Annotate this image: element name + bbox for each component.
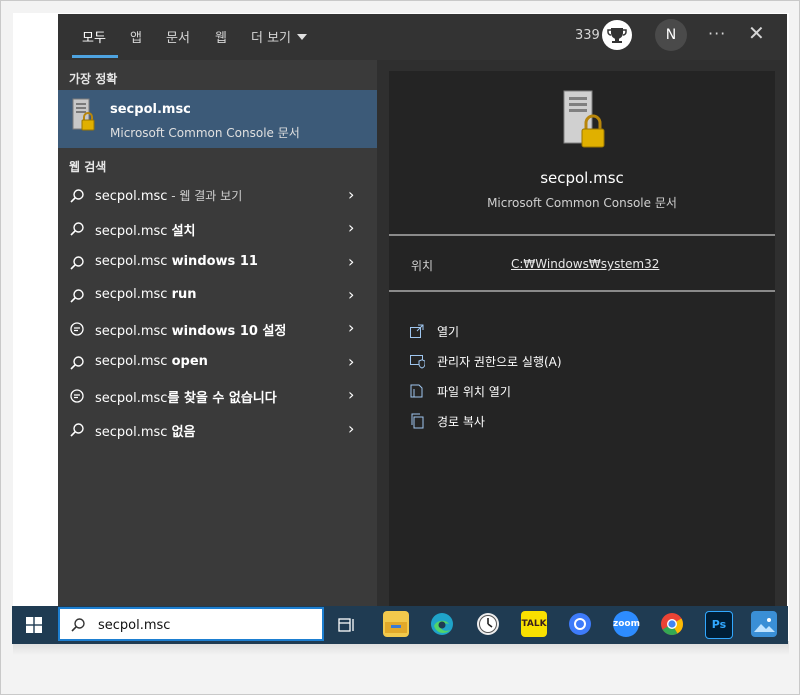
details-pane: secpol.msc Microsoft Common Console 문서 위… bbox=[389, 71, 775, 606]
web-result-text: secpol.msc windows 11 bbox=[95, 254, 258, 269]
chevron-down-icon bbox=[297, 34, 308, 40]
rewards-trophy-icon[interactable] bbox=[602, 20, 632, 50]
web-result-row[interactable]: secpol.msc 없음 › bbox=[58, 413, 377, 446]
location-path-link[interactable]: C:₩Windows₩system32 bbox=[511, 257, 659, 271]
chevron-right-icon: › bbox=[348, 218, 355, 237]
search-icon bbox=[71, 618, 85, 632]
security-policy-file-icon bbox=[563, 90, 605, 148]
tab-apps[interactable]: 앱 bbox=[130, 27, 142, 46]
file-explorer-icon[interactable] bbox=[383, 611, 409, 637]
divider bbox=[389, 234, 775, 236]
chrome-icon[interactable] bbox=[659, 611, 685, 637]
chat-app-icon[interactable] bbox=[567, 611, 593, 637]
chat-icon bbox=[70, 322, 84, 336]
divider bbox=[389, 290, 775, 292]
avatar[interactable]: N bbox=[655, 19, 687, 51]
clock-app-icon[interactable] bbox=[475, 611, 501, 637]
admin-shield-icon bbox=[410, 355, 425, 369]
details-subtitle: Microsoft Common Console 문서 bbox=[487, 196, 677, 210]
web-result-row[interactable]: secpol.msc 설치 › bbox=[58, 212, 377, 245]
security-policy-file-icon bbox=[72, 98, 95, 131]
search-panel: 모두 앱 문서 웹 더 보기 339 N ··· ✕ 가장 정확 secpol.… bbox=[58, 14, 787, 606]
windows-start-icon[interactable] bbox=[26, 617, 42, 633]
search-icon bbox=[70, 423, 84, 437]
tab-documents[interactable]: 문서 bbox=[166, 27, 190, 46]
photos-icon[interactable] bbox=[751, 611, 777, 637]
chevron-right-icon: › bbox=[348, 318, 355, 337]
best-match-item[interactable]: secpol.msc Microsoft Common Console 문서 bbox=[58, 90, 377, 148]
chevron-right-icon: › bbox=[348, 385, 355, 404]
search-icon bbox=[70, 289, 84, 303]
details-title: secpol.msc bbox=[540, 169, 624, 187]
web-result-text: secpol.msc를 찾을 수 없습니다 bbox=[95, 391, 277, 406]
web-result-row[interactable]: secpol.msc open › bbox=[58, 346, 377, 379]
chevron-right-icon: › bbox=[348, 352, 355, 371]
open-icon bbox=[410, 324, 424, 338]
tab-more[interactable]: 더 보기 bbox=[251, 27, 308, 46]
folder-location-icon bbox=[410, 384, 423, 398]
web-result-text: secpol.msc 설치 bbox=[95, 224, 196, 239]
search-header: 모두 앱 문서 웹 더 보기 339 N ··· ✕ bbox=[58, 14, 787, 60]
taskbar: TALK zoom Ps bbox=[12, 606, 788, 644]
tab-web[interactable]: 웹 bbox=[215, 27, 227, 46]
chevron-right-icon: › bbox=[348, 185, 355, 204]
search-input[interactable] bbox=[96, 615, 320, 635]
best-match-subtitle: Microsoft Common Console 문서 bbox=[110, 126, 300, 140]
tab-more-label: 더 보기 bbox=[251, 31, 292, 46]
kakaotalk-icon[interactable]: TALK bbox=[521, 611, 547, 637]
web-result-text: secpol.msc - 웹 결과 보기 bbox=[95, 189, 243, 204]
best-match-title: secpol.msc bbox=[110, 102, 191, 117]
results-list: 가장 정확 secpol.msc Microsoft Common Consol… bbox=[58, 60, 377, 606]
photoshop-icon[interactable]: Ps bbox=[705, 611, 733, 639]
location-label: 위치 bbox=[411, 259, 434, 273]
rewards-points: 339 bbox=[575, 28, 600, 43]
web-search-heading: 웹 검색 bbox=[69, 160, 107, 174]
taskbar-search-box[interactable] bbox=[58, 607, 324, 641]
web-result-row[interactable]: secpol.msc windows 11 › bbox=[58, 246, 377, 279]
chevron-right-icon: › bbox=[348, 419, 355, 438]
web-result-text: secpol.msc open bbox=[95, 354, 208, 369]
web-result-text: secpol.msc 없음 bbox=[95, 425, 196, 440]
search-icon bbox=[70, 356, 84, 370]
copy-path-icon bbox=[411, 413, 424, 429]
close-icon[interactable]: ✕ bbox=[748, 21, 765, 45]
task-view-icon[interactable] bbox=[338, 616, 356, 634]
best-match-heading: 가장 정확 bbox=[69, 72, 118, 86]
chevron-right-icon: › bbox=[348, 285, 355, 304]
web-result-row[interactable]: secpol.msc를 찾을 수 없습니다 › bbox=[58, 379, 377, 412]
search-icon bbox=[70, 256, 84, 270]
web-result-text: secpol.msc windows 10 설정 bbox=[95, 324, 287, 339]
web-result-row[interactable]: secpol.msc run › bbox=[58, 279, 377, 312]
tab-active-indicator bbox=[72, 55, 118, 58]
search-icon bbox=[70, 189, 84, 203]
chevron-right-icon: › bbox=[348, 252, 355, 271]
search-icon bbox=[70, 222, 84, 236]
web-result-text: secpol.msc run bbox=[95, 287, 197, 302]
web-result-row[interactable]: secpol.msc - 웹 결과 보기 › bbox=[58, 179, 377, 212]
chat-icon bbox=[70, 389, 84, 403]
web-result-row[interactable]: secpol.msc windows 10 설정 › bbox=[58, 312, 377, 345]
edge-icon[interactable] bbox=[429, 611, 455, 637]
zoom-icon[interactable]: zoom bbox=[613, 611, 640, 637]
tab-all[interactable]: 모두 bbox=[82, 27, 106, 46]
more-options-icon[interactable]: ··· bbox=[708, 24, 726, 43]
